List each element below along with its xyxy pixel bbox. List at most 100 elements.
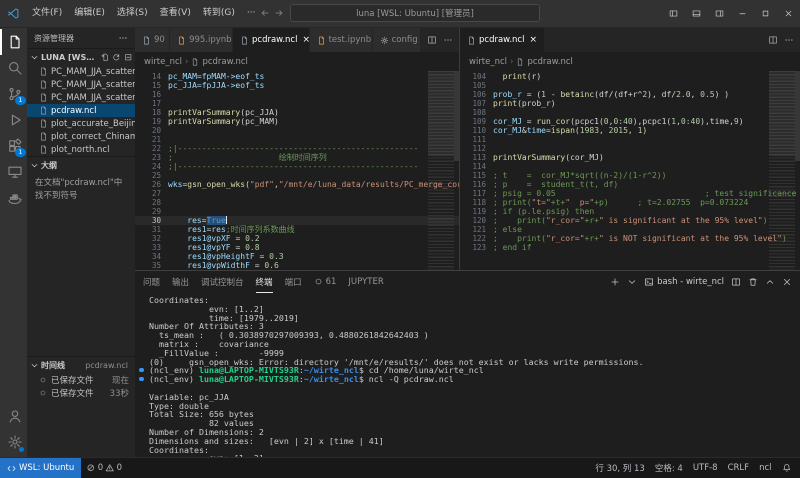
minimize-button[interactable] [731,0,754,27]
status-item[interactable] [777,458,797,478]
status-item[interactable]: UTF-8 [688,458,723,478]
panel-tab[interactable]: 端口 [285,271,302,293]
activity-account[interactable] [0,403,27,429]
remote-indicator[interactable]: WSL: Ubuntu [0,458,81,478]
activity-remote-explorer[interactable] [0,159,27,185]
new-file-button[interactable] [101,53,110,62]
menu-item[interactable]: 选择(S) [111,0,154,27]
close-icon[interactable]: × [529,35,537,45]
layout-sidebar-right-button[interactable] [708,0,731,27]
file-item[interactable]: plot_accurate_Beijing... [27,117,135,130]
breadcrumb-item[interactable]: pcdraw.ncl [202,57,247,67]
activity-explorer[interactable] [0,29,27,55]
layout-sidebar-button[interactable] [662,0,685,27]
close-icon [782,277,792,287]
timeline-item[interactable]: 已保存文件33秒 [27,386,135,399]
panel-tab[interactable]: 调试控制台 [201,271,244,293]
tab[interactable]: pcdraw.ncl× [460,28,545,52]
layout-sidebar-right-icon [715,9,724,18]
file-item[interactable]: pcdraw.ncl [27,104,135,117]
panel-tab[interactable]: 问题 [143,271,160,293]
command-decoration-icon[interactable] [139,368,144,373]
minimap-right[interactable] [769,71,795,270]
menu-item[interactable]: 转到(G) [197,0,241,27]
code-line: 34 res1@vpHeightF = 0.3 [135,252,459,261]
plus-button[interactable] [610,277,620,287]
breadcrumb-item[interactable]: wirte_ncl [469,57,507,67]
terminal-content[interactable]: Coordinates: evn: [1..2] time: [1979..20… [135,293,800,457]
tab[interactable]: 90 [135,28,170,52]
status-item[interactable]: 行 30, 列 13 [590,458,649,478]
close-panel-button[interactable] [782,277,792,287]
menu-item[interactable]: ··· [241,0,262,27]
tab[interactable]: test.ipynb [310,28,373,52]
file-item[interactable]: PC_MAM_JJA_scatter_... [27,78,135,91]
panel-tab[interactable]: 61 [314,271,337,293]
activity-settings[interactable] [0,429,27,455]
editor-right[interactable]: 104 print(r)105106prob_r = (1 - betainc(… [460,71,800,270]
scrollbar-right[interactable] [795,71,800,161]
folder-section-header[interactable]: LUNA [WSL: UBUNTU] [27,48,135,65]
menu-item[interactable]: 查看(V) [154,0,197,27]
status-item[interactable]: CRLF [723,458,754,478]
panel-tab[interactable]: 终端 [256,271,273,293]
maximize-button[interactable] [754,0,777,27]
file-item[interactable]: plot_north.ncl [27,143,135,156]
activity-source-control[interactable]: 1 [0,81,27,107]
activity-run-debug[interactable] [0,107,27,133]
collapse-all-button[interactable] [124,53,133,62]
minimap-slider[interactable] [428,71,454,156]
file-item[interactable]: PC_MAM_JJA_scatter_... [27,65,135,78]
trash-terminal-button[interactable] [748,277,758,287]
right-button[interactable] [274,8,284,18]
status-item[interactable]: ncl [754,458,776,478]
activity-search[interactable] [0,55,27,81]
tab[interactable]: config [373,28,421,52]
chevron-down-button[interactable] [627,277,637,287]
problems-status[interactable]: 00 [81,458,127,478]
minimap-slider[interactable] [769,71,795,156]
more-editor-button[interactable] [784,35,794,45]
editor-left[interactable]: 14pc_MAM=fpMAM->eof_ts15pc_JJA=fpJJA->eo… [135,71,459,270]
line-number: 105 [460,81,493,90]
line-number: 27 [135,189,168,198]
file-item[interactable]: PC_MAM_JJA_scatter_... [27,91,135,104]
code-line: 31 res1=res;时间序列系数曲线 [135,225,459,234]
scrollbar-left[interactable] [454,71,459,161]
split-editor-button[interactable] [768,35,778,45]
activity-docker[interactable] [0,185,27,211]
minimap-left[interactable] [428,71,454,270]
menu-item[interactable]: 编辑(E) [68,0,111,27]
outline-header[interactable]: 大纲 [27,156,135,173]
timeline-header[interactable]: 时间线 pcdraw.ncl [27,356,135,373]
line-number: 121 [460,225,493,234]
file-item[interactable]: plot_correct_Chinama... [27,130,135,143]
line-number: 28 [135,198,168,207]
panel-tab[interactable]: 输出 [172,271,189,293]
tab[interactable]: 995.ipynb [170,28,233,52]
layout-panel-button[interactable] [685,0,708,27]
chevron-up-panel-button[interactable] [765,277,775,287]
code-line: 118; print("t="+t+" p="+p) ; t=2.02755 p… [460,198,800,207]
more-actions-icon[interactable] [118,33,128,43]
line-number: 26 [135,180,168,189]
panel-tab[interactable]: JUPYTER [348,271,383,293]
plus-icon [610,277,620,287]
split-terminal-button[interactable] [731,277,741,287]
terminal-entry[interactable]: bash - wirte_ncl [644,277,724,287]
more-editor-button[interactable] [443,35,453,45]
tab[interactable]: pcdraw.ncl× [233,28,310,52]
menu-item[interactable]: 文件(F) [26,0,68,27]
timeline-item[interactable]: 已保存文件现在 [27,373,135,386]
command-decoration-icon[interactable] [139,377,144,382]
left-button[interactable] [260,8,270,18]
split-editor-button[interactable] [427,35,437,45]
close-button[interactable] [777,0,800,27]
activity-extensions[interactable]: 1 [0,133,27,159]
breadcrumb-item[interactable]: pcdraw.ncl [527,57,572,67]
command-center[interactable]: luna [WSL: Ubuntu] [管理员] [290,4,540,22]
breadcrumb-item[interactable]: wirte_ncl [144,57,182,67]
terminal-line: evn: [1..2] [149,454,800,457]
refresh-button[interactable] [112,53,121,62]
status-item[interactable]: 空格: 4 [650,458,688,478]
